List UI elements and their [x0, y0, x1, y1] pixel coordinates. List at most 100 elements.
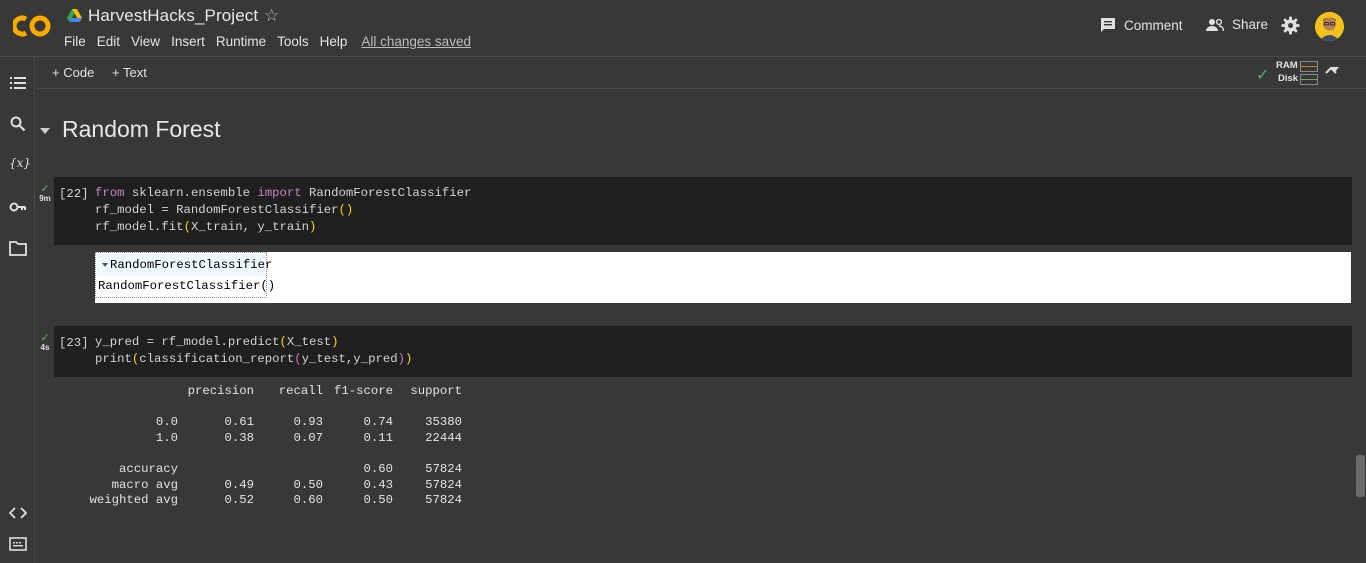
share-label: Share — [1232, 17, 1269, 32]
cell-23-source[interactable]: y_pred = rf_model.predict(X_test) print(… — [95, 334, 412, 368]
report-cell: accuracy — [118, 461, 178, 476]
estimator-toggle-icon — [102, 263, 108, 267]
menu-bar: File Edit View Insert Runtime Tools Help… — [64, 34, 482, 49]
estimator-repr: RandomForestClassifier() — [98, 279, 276, 293]
cell-22-output: RandomForestClassifier RandomForestClass… — [95, 252, 1351, 303]
report-cell: 0.60 — [293, 493, 323, 508]
connected-check-icon: ✓ — [1256, 67, 1270, 84]
report-cell: 0.50 — [363, 493, 393, 508]
report-row: 1.0 0.38 0.07 0.11 22444 — [60, 431, 462, 447]
report-cell: 0.49 — [224, 477, 254, 492]
report-cell: 0.0 — [155, 415, 178, 430]
collapse-header-icon[interactable] — [1324, 64, 1338, 78]
report-cell: 0.74 — [363, 415, 393, 430]
colab-logo[interactable] — [13, 13, 51, 39]
cell-23-status[interactable]: ✓ 4s — [38, 332, 52, 353]
report-cell: macro avg — [111, 477, 178, 492]
report-cell: 0.60 — [363, 461, 393, 476]
report-cell: 22444 — [425, 430, 462, 445]
report-header-row: precision recall f1-score support — [60, 384, 462, 400]
report-cell: 0.61 — [224, 415, 254, 430]
report-cell: 0.43 — [363, 477, 393, 492]
collapse-section-icon[interactable] — [40, 127, 50, 134]
save-status-link[interactable]: All changes saved — [361, 34, 471, 49]
report-cell: 35380 — [425, 415, 462, 430]
report-row: weighted avg 0.52 0.60 0.50 57824 — [60, 493, 462, 509]
menu-help[interactable]: Help — [320, 34, 348, 49]
report-row: 0.0 0.61 0.93 0.74 35380 — [60, 415, 462, 431]
report-cell: 57824 — [425, 477, 462, 492]
disk-usage-bar — [1300, 74, 1318, 85]
classification-report-output: precision recall f1-score support 0.0 0.… — [60, 384, 462, 509]
comment-icon — [1101, 18, 1115, 32]
estimator-header-label: RandomForestClassifier — [110, 258, 273, 272]
report-cell: 57824 — [425, 461, 462, 476]
report-row: accuracy 0.60 57824 — [60, 462, 462, 478]
ram-usage-bar — [1300, 61, 1318, 72]
report-cell: 0.11 — [363, 430, 393, 445]
add-code-label: Code — [63, 65, 95, 80]
report-cell: 0.52 — [224, 493, 254, 508]
app-header: HarvestHacks_Project ☆ File Edit View In… — [0, 0, 1366, 57]
files-folder-icon[interactable] — [9, 239, 27, 257]
code-snippets-icon[interactable] — [9, 504, 27, 522]
section-title: Random Forest — [62, 116, 221, 142]
menu-file[interactable]: File — [64, 34, 86, 49]
report-cell: weighted avg — [89, 493, 178, 508]
report-header-cell: precision — [187, 384, 254, 398]
cell-22-source[interactable]: from sklearn.ensemble import RandomFores… — [95, 185, 471, 236]
code-cell-23[interactable]: [23] y_pred = rf_model.predict(X_test) p… — [54, 326, 1352, 377]
settings-gear-icon[interactable] — [1281, 16, 1300, 35]
report-cell: 0.50 — [293, 477, 323, 492]
estimator-header[interactable]: RandomForestClassifier — [97, 254, 272, 276]
report-cell: 0.38 — [224, 430, 254, 445]
plus-icon: + — [52, 65, 60, 80]
estimator-box: RandomForestClassifier RandomForestClass… — [95, 252, 275, 298]
plus-icon: + — [112, 65, 120, 80]
cell-23-exec-time: 4s — [40, 343, 50, 352]
variables-icon[interactable]: {x} — [9, 156, 31, 174]
cell-22-status[interactable]: ✓ 9m — [38, 183, 52, 204]
report-header-cell: f1-score — [333, 384, 393, 398]
google-drive-icon[interactable] — [67, 9, 82, 23]
disk-label: Disk — [1278, 73, 1299, 84]
terminal-icon[interactable] — [9, 535, 27, 553]
runtime-resources-button[interactable]: ✓ RAM Disk — [1256, 59, 1356, 87]
share-button[interactable]: Share — [1206, 17, 1268, 32]
report-blank-row — [60, 400, 462, 416]
comment-button[interactable]: Comment — [1100, 17, 1183, 33]
add-text-button[interactable]: + Text — [112, 65, 147, 80]
left-sidebar: {x} — [0, 57, 35, 563]
run-success-check-icon: ✓ — [40, 183, 50, 195]
report-header-cell — [60, 384, 178, 400]
share-people-icon — [1206, 18, 1224, 31]
menu-edit[interactable]: Edit — [97, 34, 120, 49]
ram-label: RAM — [1276, 60, 1298, 71]
cell-22-exec-time: 9m — [39, 194, 51, 203]
report-cell: 0.93 — [293, 415, 323, 430]
notebook-scrollbar[interactable] — [1356, 455, 1365, 497]
user-avatar[interactable] — [1315, 12, 1344, 41]
search-icon[interactable] — [9, 115, 27, 133]
comment-label: Comment — [1124, 17, 1183, 33]
report-blank-row — [60, 446, 462, 462]
section-heading: Random Forest — [40, 116, 221, 143]
report-cell: 1.0 — [155, 430, 178, 445]
table-of-contents-icon[interactable] — [9, 74, 27, 92]
cell-22-exec-count: [22] — [59, 187, 89, 201]
report-header-cell: support — [410, 384, 462, 398]
star-icon[interactable]: ☆ — [264, 6, 279, 26]
report-cell — [254, 462, 323, 478]
report-cell: 57824 — [425, 493, 462, 508]
secrets-key-icon[interactable] — [9, 198, 27, 216]
menu-insert[interactable]: Insert — [171, 34, 205, 49]
code-cell-22[interactable]: [22] from sklearn.ensemble import Random… — [54, 177, 1352, 245]
menu-view[interactable]: View — [131, 34, 160, 49]
report-cell — [178, 462, 254, 478]
notebook-title[interactable]: HarvestHacks_Project — [88, 6, 258, 26]
run-success-check-icon: ✓ — [40, 332, 50, 344]
cell-23-exec-count: [23] — [59, 336, 89, 350]
add-code-button[interactable]: + Code — [52, 65, 94, 80]
menu-runtime[interactable]: Runtime — [216, 34, 266, 49]
menu-tools[interactable]: Tools — [277, 34, 309, 49]
